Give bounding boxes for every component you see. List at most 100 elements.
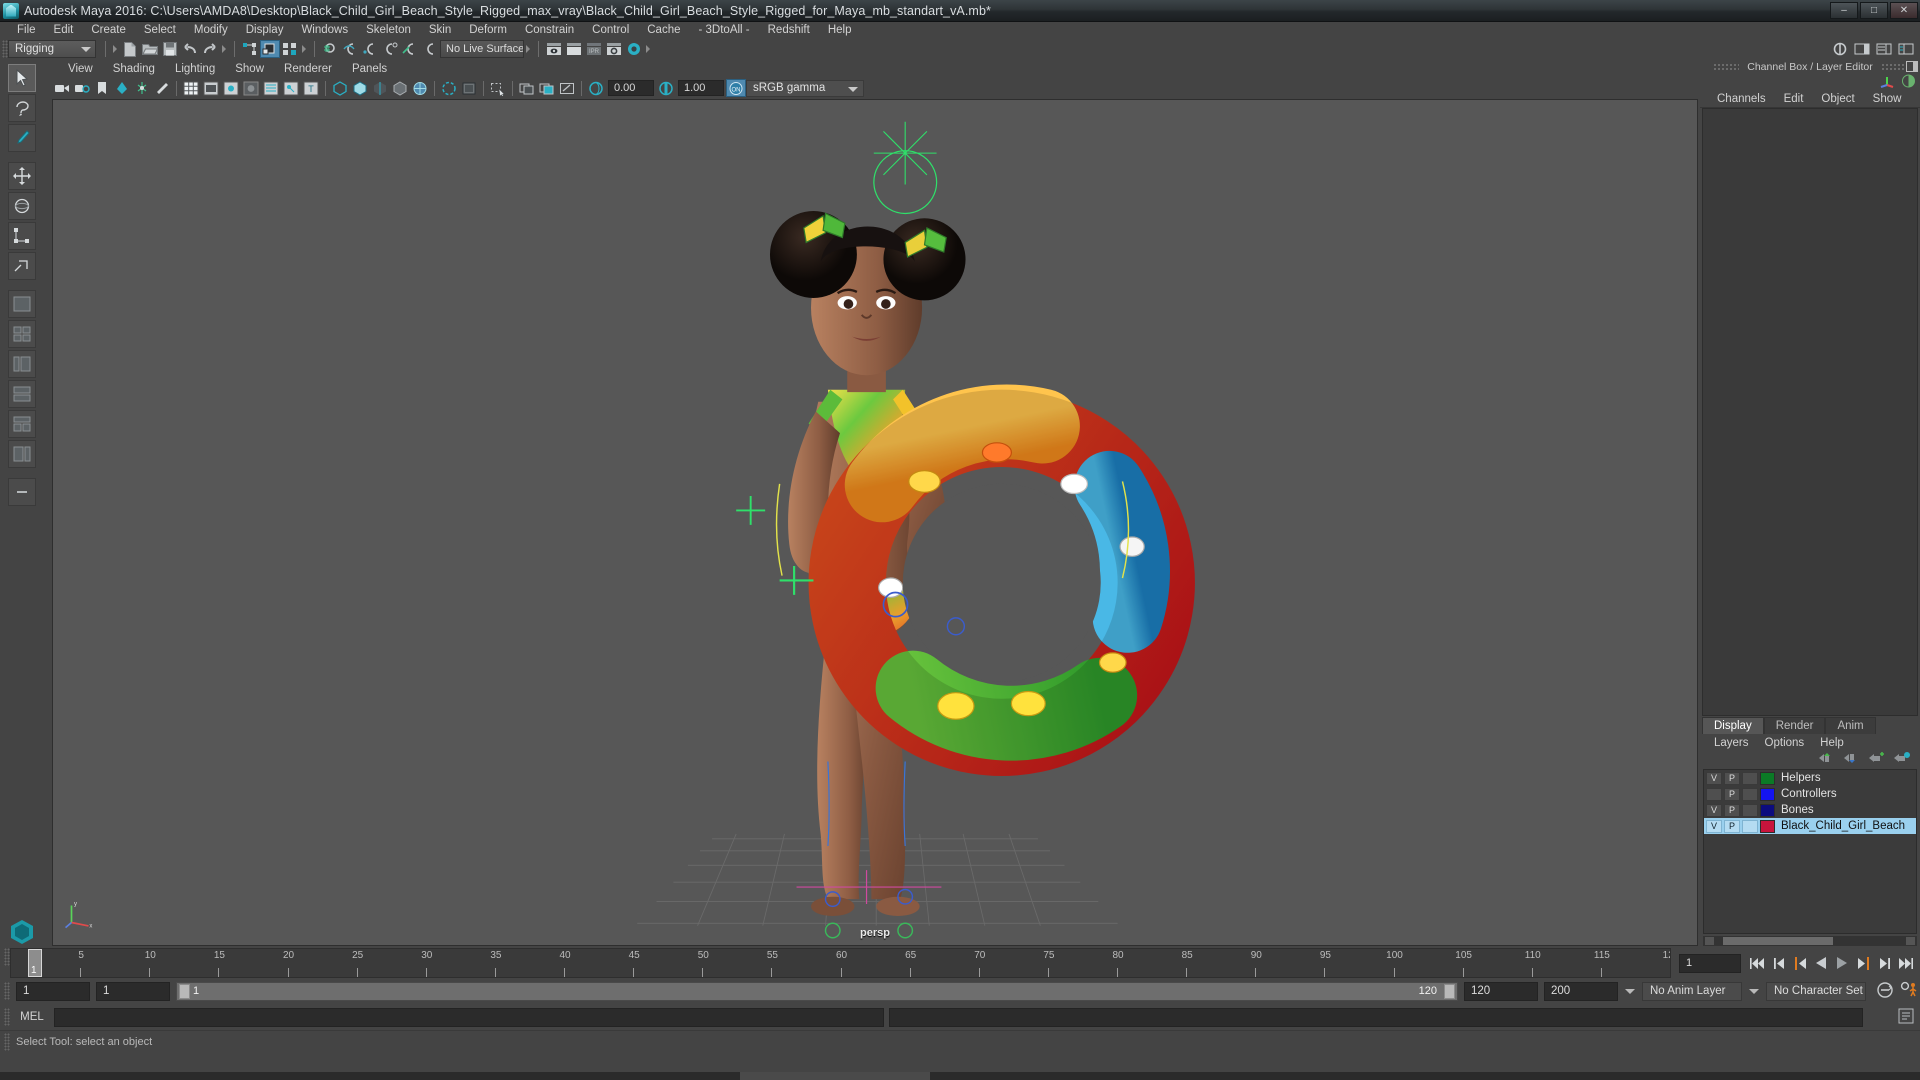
layer-color-swatch[interactable] [1760, 803, 1775, 817]
character-set-field[interactable]: No Character Set [1766, 981, 1866, 1001]
menu-display[interactable]: Display [237, 22, 293, 38]
layer-display-type-toggle[interactable] [1742, 819, 1758, 833]
panel-dock-icon[interactable] [1906, 61, 1918, 75]
isolate-select-icon[interactable] [459, 79, 479, 97]
render-current-frame-icon[interactable] [544, 40, 564, 58]
play-forwards-icon[interactable] [1833, 953, 1851, 973]
layer-color-swatch[interactable] [1760, 819, 1775, 833]
ipr-render-icon[interactable]: IPR [584, 40, 604, 58]
layer-row-bones[interactable]: V P Bones [1704, 802, 1916, 818]
playback-end-field[interactable]: 120 [1464, 981, 1538, 1001]
go-to-start-icon[interactable] [1749, 953, 1767, 973]
layer-display-type-toggle[interactable] [1742, 771, 1758, 785]
exposure-icon[interactable] [586, 79, 606, 97]
viewport-3d-canvas[interactable]: persp y x [52, 99, 1698, 946]
menu-deform[interactable]: Deform [460, 22, 516, 38]
menu-skin[interactable]: Skin [420, 22, 460, 38]
layer-color-swatch[interactable] [1760, 771, 1775, 785]
snap-to-grid-icon[interactable] [320, 40, 340, 58]
command-input[interactable] [54, 1007, 884, 1027]
image-plane-icon[interactable] [112, 79, 132, 97]
chevron-down-icon[interactable] [1624, 982, 1636, 1001]
new-layer-from-selected-icon[interactable] [1894, 751, 1910, 767]
open-scene-icon[interactable] [140, 40, 160, 58]
live-surface-field[interactable]: No Live Surface [440, 40, 524, 58]
resolution-gate-icon[interactable] [221, 79, 241, 97]
collapse-arrow-icon[interactable] [111, 41, 120, 57]
grid-toggle-icon[interactable] [181, 79, 201, 97]
scroll-right-arrow-icon[interactable] [1906, 937, 1915, 945]
scroll-left-arrow-icon[interactable] [1705, 937, 1714, 945]
step-back-key-icon[interactable] [1770, 953, 1788, 973]
view-persp-outliner-icon[interactable] [8, 440, 36, 468]
close-button[interactable]: ✕ [1890, 2, 1918, 19]
panel-menu-view[interactable]: View [58, 63, 103, 75]
channel-box-menu-edit[interactable]: Edit [1775, 93, 1813, 105]
layer-playback-toggle[interactable]: P [1724, 819, 1740, 833]
layer-list-horizontal-scrollbar[interactable] [1703, 936, 1917, 946]
use-default-material-icon[interactable] [390, 79, 410, 97]
menu-cache[interactable]: Cache [638, 22, 689, 38]
menu-create[interactable]: Create [82, 22, 135, 38]
layer-visibility-toggle[interactable]: V [1706, 803, 1722, 817]
select-camera-icon[interactable] [52, 79, 72, 97]
layer-playback-toggle[interactable]: P [1724, 771, 1740, 785]
rotate-tool-icon[interactable] [8, 192, 36, 220]
collapse-arrow-icon-3[interactable] [300, 41, 309, 57]
duplicate-view-icon[interactable] [517, 79, 537, 97]
menu-constrain[interactable]: Constrain [516, 22, 583, 38]
layer-display-type-toggle[interactable] [1742, 787, 1758, 801]
move-layer-down-icon[interactable] [1844, 752, 1860, 767]
collapse-arrow-icon-2[interactable] [220, 41, 229, 57]
move-axis-icon[interactable] [1879, 74, 1895, 91]
view-hypershade-persp-icon[interactable] [8, 410, 36, 438]
range-slider-grip[interactable] [4, 982, 10, 1000]
time-slider[interactable]: 1 5 10 15 20 25 30 35 40 45 50 55 60 65 70 75 80 85 90 95 1… [10, 948, 1671, 978]
range-slider[interactable]: 1 120 [176, 981, 1458, 1001]
hypershade-icon[interactable] [624, 40, 644, 58]
color-management-select[interactable]: sRGB gamma [746, 79, 864, 97]
maximize-button[interactable]: □ [1860, 2, 1888, 19]
wireframe-toggle-icon[interactable]: T [301, 79, 321, 97]
gamma-field[interactable]: 1.00 [678, 80, 724, 96]
new-scene-icon[interactable] [120, 40, 140, 58]
tab-anim[interactable]: Anim [1825, 717, 1876, 734]
isolate-select-toggle-icon[interactable] [488, 79, 508, 97]
xray-joints-icon[interactable] [281, 79, 301, 97]
panel-grip-2[interactable] [1880, 63, 1907, 71]
select-by-hierarchy-icon[interactable] [240, 40, 260, 58]
step-back-frame-icon[interactable] [1791, 953, 1809, 973]
redo-render-icon[interactable] [564, 40, 584, 58]
anim-layer-field[interactable]: No Anim Layer [1642, 981, 1742, 1001]
snap-to-projected-center-icon[interactable] [380, 40, 400, 58]
show-hide-modeling-toolkit-icon[interactable] [1852, 40, 1872, 58]
render-settings-icon[interactable] [604, 40, 624, 58]
exposure-field[interactable]: 0.00 [608, 80, 654, 96]
menu-control[interactable]: Control [583, 22, 638, 38]
view-outliner-persp-icon[interactable] [8, 350, 36, 378]
gate-mask-icon[interactable] [241, 79, 261, 97]
move-tool-icon[interactable] [8, 162, 36, 190]
view-four-icon[interactable] [8, 320, 36, 348]
show-hide-attribute-editor-icon[interactable] [1830, 40, 1850, 58]
grab-view-icon[interactable] [557, 79, 577, 97]
select-by-object-icon[interactable] [260, 40, 280, 58]
channel-box-menu-object[interactable]: Object [1812, 93, 1863, 105]
layer-menu-options[interactable]: Options [1757, 737, 1813, 749]
tab-render[interactable]: Render [1763, 717, 1826, 734]
undo-icon[interactable] [180, 40, 200, 58]
show-hide-channel-box-icon[interactable] [1874, 40, 1894, 58]
menu-edit[interactable]: Edit [45, 22, 83, 38]
layer-playback-toggle[interactable]: P [1724, 803, 1740, 817]
two-sided-lighting-icon[interactable] [132, 79, 152, 97]
layer-list[interactable]: V P Helpers P Controllers V P Bones V P … [1703, 769, 1917, 934]
layer-row-controllers[interactable]: P Controllers [1704, 786, 1916, 802]
menu-file[interactable]: File [8, 22, 45, 38]
color-management-toggle-icon[interactable]: ON [726, 79, 746, 97]
channel-box-content[interactable] [1702, 108, 1918, 716]
panel-menu-lighting[interactable]: Lighting [165, 63, 225, 75]
auto-keyframe-icon[interactable] [1876, 981, 1894, 1002]
bookmarks-icon[interactable] [92, 79, 112, 97]
last-tool-icon[interactable] [8, 252, 36, 280]
menu-redshift[interactable]: Redshift [759, 22, 819, 38]
